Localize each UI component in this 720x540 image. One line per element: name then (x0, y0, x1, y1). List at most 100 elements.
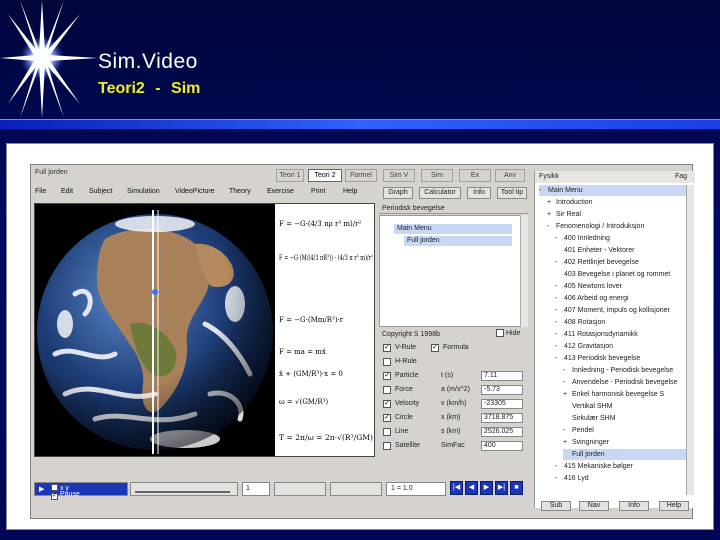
option-checkbox[interactable]: ✓ (383, 372, 391, 380)
tree-item[interactable]: - Main Menu (539, 185, 687, 196)
tree-expander-icon[interactable]: + (547, 209, 556, 220)
main-menu-item[interactable]: Main Menu (394, 224, 512, 234)
graph-button[interactable]: Graph (383, 187, 413, 199)
tab-sim[interactable]: Sim (421, 169, 453, 182)
option-checkbox[interactable] (383, 442, 391, 450)
tree-info-button[interactable]: Info (619, 501, 649, 511)
hide-checkbox[interactable] (496, 329, 504, 338)
tab-teori-1[interactable]: Teori 1 (276, 169, 304, 182)
tree-expander-icon[interactable]: - (547, 221, 556, 232)
tree-item[interactable]: + Sir Real (547, 209, 687, 220)
tree-item[interactable]: -413 Periodisk bevegelse (555, 353, 687, 364)
calculator-button[interactable]: Calculator (419, 187, 461, 199)
tree-item[interactable]: + Svingninger (563, 437, 687, 448)
tree-item[interactable]: -416 Lyd (555, 473, 687, 484)
tree-expander-icon[interactable]: - (555, 257, 564, 268)
tree-expander-icon[interactable]: - (539, 185, 548, 196)
option-checkbox[interactable]: ✓ (383, 344, 391, 352)
tree-expander-icon[interactable]: - (555, 233, 564, 244)
tree-item[interactable]: -405 Newtons lover (555, 281, 687, 292)
menu-file[interactable]: File (35, 188, 46, 195)
menu-subject[interactable]: Subject (89, 188, 112, 195)
option-checkbox[interactable] (383, 358, 391, 366)
tree-item[interactable]: -412 Gravitasjon (555, 341, 687, 352)
pause-toggle[interactable]: ✓ Pause (51, 491, 80, 500)
menu-theory[interactable]: Theory (229, 188, 251, 195)
tree-expander-icon[interactable]: - (555, 305, 564, 316)
tree-item[interactable]: + Enkel harmonisk bevegelse S (563, 389, 687, 400)
menu-simulation[interactable]: Simulation (127, 188, 160, 195)
panel-scrollbar[interactable] (520, 215, 528, 327)
tree-expander-icon[interactable]: - (555, 281, 564, 292)
menu-videopicture[interactable]: VideoPicture (175, 188, 215, 195)
tab-formel[interactable]: Formel (345, 169, 377, 182)
tree-item[interactable]: - Anvendelse - Periodisk bevegelse (563, 377, 687, 388)
tree-item[interactable]: 403 Bevegelse i planet og rommet (555, 269, 687, 280)
tree-item[interactable]: -407 Moment, impuls og kollisjoner (555, 305, 687, 316)
tree-expander-icon[interactable]: - (555, 353, 564, 364)
tree-expander-icon[interactable]: + (563, 389, 572, 400)
tree-item[interactable]: 401 Enheter - Vektorer (555, 245, 687, 256)
tree-expander-icon[interactable]: - (555, 461, 564, 472)
tree-item[interactable]: -408 Rotasjon (555, 317, 687, 328)
last-frame-button[interactable]: ▶| (495, 481, 508, 495)
tree-item[interactable]: Vertikal SHM (563, 401, 687, 412)
sub-button[interactable]: Sub (541, 501, 571, 511)
menu-exercise[interactable]: Exercise (267, 188, 294, 195)
stop-button[interactable]: ■ (510, 481, 523, 495)
tab-teori-2[interactable]: Teori 2 (308, 169, 342, 182)
tree-item[interactable]: Full jorden (563, 449, 687, 460)
tree-expander-icon[interactable]: - (555, 473, 564, 484)
tree-scrollbar[interactable] (686, 185, 694, 495)
menu-print[interactable]: Print (311, 188, 325, 195)
tree-item[interactable]: -402 Rettlinjet bevegelse (555, 257, 687, 268)
tool-tip-button[interactable]: Tool tip (497, 187, 527, 199)
tree-expander-icon[interactable]: + (563, 437, 572, 448)
tree-item[interactable]: -415 Mekaniske bølger (555, 461, 687, 472)
tree-expander-icon[interactable]: + (547, 197, 556, 208)
speed-slider[interactable] (130, 482, 238, 496)
xy-checkbox[interactable] (51, 484, 58, 491)
tree-item[interactable]: -411 Rotasjonsdynamikk (555, 329, 687, 340)
tab-ex[interactable]: Ex (459, 169, 491, 182)
play-button[interactable]: ▶ (480, 481, 493, 495)
tree-item-label: Introduction (556, 199, 593, 206)
tree-expander-icon[interactable]: - (555, 317, 564, 328)
tree-help-button[interactable]: Help (659, 501, 689, 511)
tree-expander-icon[interactable]: - (555, 341, 564, 352)
step-back-button[interactable]: ◀ (465, 481, 478, 495)
option-checkbox[interactable] (383, 386, 391, 394)
option-checkbox[interactable]: ✓ (383, 400, 391, 408)
option-label: Velocity (395, 400, 420, 407)
menu-edit[interactable]: Edit (61, 188, 73, 195)
tree-item[interactable]: -400 Innledning (555, 233, 687, 244)
tree-expander-icon[interactable]: - (563, 425, 572, 436)
simulation-view[interactable]: F = −G·(4/3 πρ r³ m)/r² F = −G·(M/(4/3 π… (34, 203, 375, 457)
tree-fag-button[interactable]: Fag (675, 171, 687, 183)
tree-item[interactable]: - Pendel (563, 425, 687, 436)
nav-button[interactable]: Nav (579, 501, 609, 511)
full-jorden-item[interactable]: Full jorden (404, 236, 512, 246)
tree-item[interactable]: -406 Arbeid og energi (555, 293, 687, 304)
tree-expander-icon[interactable]: - (555, 329, 564, 340)
tree-item[interactable]: - Fenomenologi / Introduksjon (547, 221, 687, 232)
tree-item-label: 412 Gravitasjon (564, 343, 614, 350)
first-frame-button[interactable]: |◀ (450, 481, 463, 495)
tree-expander-icon[interactable]: - (563, 365, 572, 376)
pause-checkbox[interactable]: ✓ (51, 493, 58, 500)
tab-anv[interactable]: Anv (495, 169, 525, 182)
tree-item[interactable]: + Introduction (547, 197, 687, 208)
tree-expander-icon[interactable]: - (555, 293, 564, 304)
formula-checkbox[interactable]: ✓ (431, 344, 439, 352)
option-checkbox[interactable] (383, 428, 391, 436)
menu-help[interactable]: Help (343, 188, 357, 195)
info-button[interactable]: Info (467, 187, 491, 199)
frame-input[interactable]: 1 (242, 482, 270, 496)
play-icon[interactable]: ▶ (39, 485, 44, 493)
option-checkbox[interactable]: ✓ (383, 414, 391, 422)
hide-toggle[interactable]: Hide (496, 329, 526, 339)
tree-expander-icon[interactable]: - (563, 377, 572, 388)
tree-item[interactable]: Sirkulær SHM (563, 413, 687, 424)
tree-item[interactable]: - Innledning - Periodisk bevegelse (563, 365, 687, 376)
tab-sim-v[interactable]: Sim V (383, 169, 415, 182)
